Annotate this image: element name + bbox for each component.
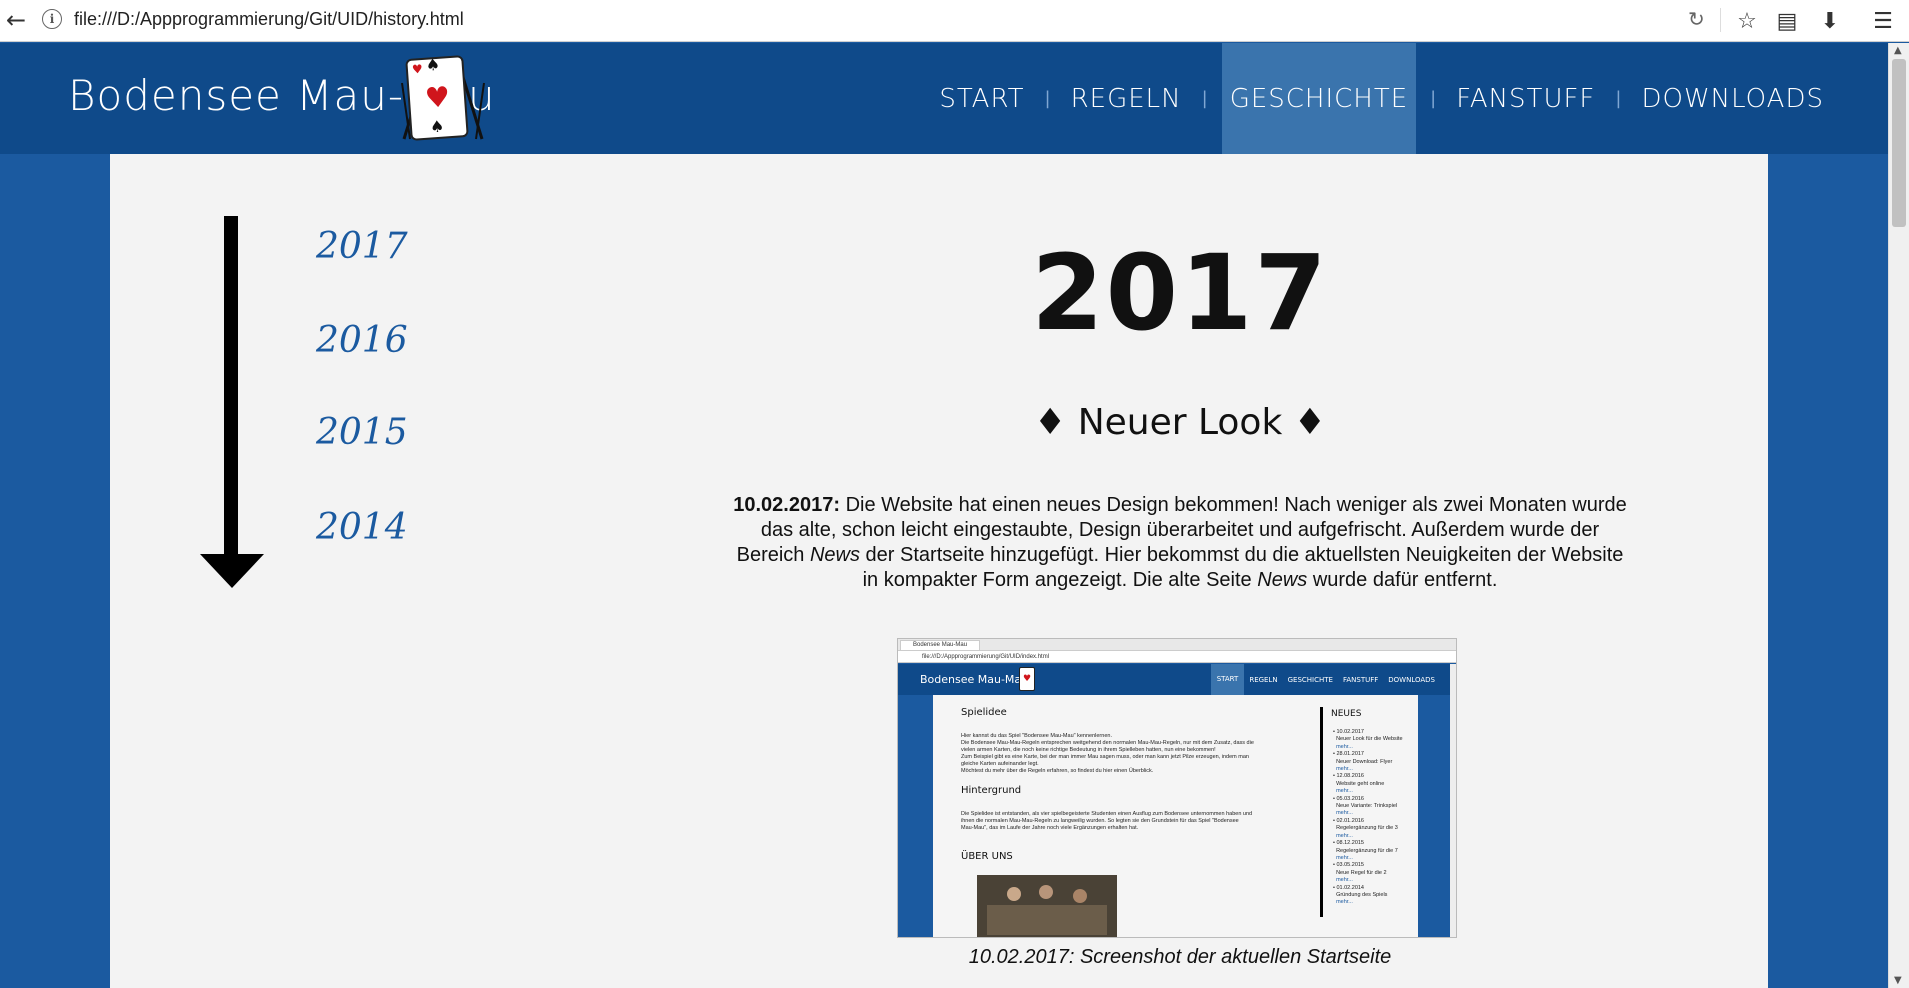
nav-downloads[interactable]: DOWNLOADS — [1635, 43, 1830, 154]
shot-nav: START REGELN GESCHICHTE FANSTUFF DOWNLOA… — [1210, 664, 1440, 695]
shot-line: ihnen die normalen Mau-Mau-Regeln zu lan… — [961, 818, 1239, 824]
news-title-text: Neuer Look — [1077, 402, 1283, 443]
shot-heading: ÜBER UNS — [961, 851, 1013, 862]
shot-tabbar: Bodensee Mau-Mau — [898, 639, 1456, 651]
shot-nav-item: GESCHICHTE — [1287, 675, 1333, 684]
diamond-icon: ♦ — [1293, 402, 1327, 443]
shot-line: Zum Beispiel gibt es eine Karte, bei der… — [961, 754, 1249, 760]
address-bar[interactable]: file:///D:/Appprogrammierung/Git/UID/his… — [74, 9, 464, 30]
spade-icon: ♠ — [429, 116, 445, 137]
nav-separator: | — [1201, 88, 1208, 109]
nav-fanstuff[interactable]: FANSTUFF — [1450, 43, 1601, 154]
nav-geschichte[interactable]: GESCHICHTE — [1221, 43, 1417, 154]
shot-address: file:///D:/Appprogrammierung/Git/UID/ind… — [898, 651, 1456, 663]
nav-separator: | — [1615, 88, 1622, 109]
nav-separator: | — [1430, 88, 1437, 109]
news-emphasis: News — [1257, 569, 1308, 591]
news-title: ♦ Neuer Look ♦ — [620, 402, 1740, 443]
year-link-2017[interactable]: 2017 — [316, 226, 408, 267]
shot-news-item: • 28.01.2017 Neuer Download: Flyer mehr.… — [1333, 751, 1393, 773]
shot-line: Die Spielidee ist entstanden, als vier s… — [961, 811, 1253, 817]
info-icon[interactable]: i — [42, 9, 62, 29]
download-icon[interactable]: ⬇ — [1813, 4, 1847, 38]
main-nav: START | REGELN | GESCHICHTE | FANSTUFF |… — [933, 43, 1830, 154]
news-text-part: wurde dafür entfernt. — [1307, 569, 1498, 591]
browser-toolbar: ← i file:///D:/Appprogrammierung/Git/UID… — [0, 0, 1909, 42]
shot-photo-bench — [987, 905, 1107, 935]
shot-line: Mau-Mau", das im Laufe der Jahre noch vi… — [961, 825, 1139, 831]
shot-photo-person — [1039, 885, 1053, 899]
shot-heading: Spielidee — [961, 707, 1007, 718]
shot-nav-item: REGELN — [1249, 675, 1278, 684]
year-link-2016[interactable]: 2016 — [316, 320, 408, 361]
shot-paragraph: Die Spielidee ist entstanden, als vier s… — [961, 811, 1252, 832]
shot-nav-item: FANSTUFF — [1342, 675, 1379, 684]
shot-scrollbar — [1450, 664, 1456, 937]
star-icon[interactable]: ☆ — [1730, 4, 1764, 38]
shot-main: Spielidee Hier kannst du das Spiel "Bode… — [933, 695, 1418, 937]
news-date: 10.02.2017: — [733, 494, 841, 516]
menu-icon[interactable]: ☰ — [1866, 4, 1900, 38]
page-scrollbar[interactable]: ▲ ▼ — [1888, 43, 1909, 988]
shot-heading: Hintergrund — [961, 785, 1022, 796]
screenshot-caption: 10.02.2017: Screenshot der aktuellen Sta… — [968, 946, 1392, 968]
reload-icon[interactable]: ↻ — [1688, 7, 1705, 31]
shot-news-list: • 10.02.2017 Neuer Look für die Website … — [1333, 729, 1403, 907]
main-content: 2017 2016 2015 2014 2017 ♦ Neuer Look ♦ … — [110, 154, 1768, 988]
nav-start[interactable]: START — [933, 43, 1030, 154]
spade-icon: ♠ — [425, 54, 441, 75]
shot-news-item: • 03.05.2015 Neue Regel für die 2 mehr..… — [1333, 862, 1387, 884]
scrollbar-thumb[interactable] — [1892, 59, 1906, 227]
diamond-icon: ♦ — [1033, 402, 1067, 443]
scroll-up-icon[interactable]: ▲ — [1894, 45, 1902, 56]
startpage-screenshot-image: Bodensee Mau-Mau file:///D:/Appprogrammi… — [897, 638, 1457, 938]
back-arrow-icon[interactable]: ← — [0, 4, 32, 36]
shot-neues-heading: NEUES — [1331, 709, 1362, 719]
reading-list-icon[interactable]: ▤ — [1770, 4, 1804, 38]
shot-news-item: • 02.01.2016 Regelergänzung für die 3 me… — [1333, 817, 1398, 839]
nav-regeln[interactable]: REGELN — [1065, 43, 1188, 154]
shot-line: Möchtest du mehr über die Regeln erfahre… — [961, 768, 1154, 774]
shot-photo-person — [1007, 887, 1021, 901]
nav-separator: | — [1044, 88, 1051, 109]
shot-news-item: • 10.02.2017 Neuer Look für die Website … — [1333, 729, 1403, 750]
shot-news-item: • 08.12.2015 Regelergänzung für die 7 me… — [1333, 840, 1398, 861]
shot-logo: Bodensee Mau-Mau — [920, 673, 1029, 686]
toolbar-divider — [1720, 8, 1721, 32]
timeline-line — [224, 216, 238, 556]
logo-card-icon: ♥ ♥ ♠ ♠ — [405, 55, 469, 141]
year-link-2015[interactable]: 2015 — [316, 412, 408, 453]
shot-tab: Bodensee Mau-Mau — [900, 640, 980, 651]
shot-line: Hier kannst du das Spiel "Bodensee Mau-M… — [961, 733, 1112, 739]
shot-header: Bodensee Mau-Mau ♥ START REGELN GESCHICH… — [898, 664, 1456, 695]
news-emphasis: News — [809, 544, 860, 566]
scroll-down-icon[interactable]: ▼ — [1894, 975, 1902, 986]
shot-photo — [977, 875, 1117, 937]
year-link-2014[interactable]: 2014 — [316, 507, 408, 548]
shot-line: Die Bodensee Mau-Mau-Regeln entsprechen … — [961, 740, 1254, 746]
shot-divider — [1320, 707, 1323, 917]
shot-line: vielen armen Karten, die noch keine rich… — [961, 747, 1216, 753]
shot-photo-person — [1073, 889, 1087, 903]
heart-icon: ♥ — [411, 61, 424, 77]
heart-icon: ♥ — [423, 80, 452, 115]
timeline-arrow-down-icon — [200, 554, 264, 588]
site-header: Bodensee Mau-Mau ♥ ♥ ♠ ♠ START | REGELN … — [0, 43, 1888, 154]
shot-card-icon: ♥ — [1019, 667, 1035, 691]
shot-paragraph: Hier kannst du das Spiel "Bodensee Mau-M… — [961, 733, 1254, 775]
shot-news-item: • 01.02.2014 Gründung des Spiels mehr... — [1333, 884, 1388, 906]
shot-nav-item: START — [1210, 664, 1245, 695]
year-heading: 2017 — [1031, 232, 1329, 354]
shot-news-item: • 12.08.2016 Website geht online mehr... — [1333, 773, 1385, 795]
shot-nav-item: DOWNLOADS — [1388, 675, 1435, 684]
shot-line: gleiche Karten aufeinander legt. — [961, 761, 1039, 767]
news-text-part: der Startseite hinzugefügt. Hier bekomms… — [860, 544, 1624, 591]
news-text: 10.02.2017: Die Website hat einen neues … — [730, 493, 1630, 593]
shot-news-item: • 05.03.2016 Neue Variante: Trinkspiel m… — [1333, 795, 1398, 817]
